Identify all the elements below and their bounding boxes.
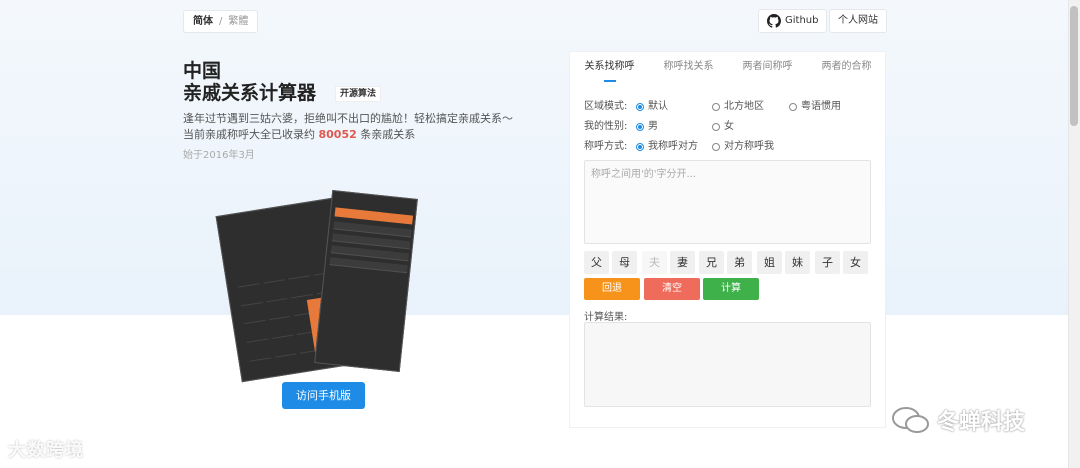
tab-mutual-title[interactable]: 两者间称呼: [728, 52, 807, 82]
radio-icon: [636, 143, 644, 151]
description-line1: 逢年过节遇到三姑六婆，拒绝叫不出口的尴尬！轻松搞定亲戚关系～: [183, 112, 513, 125]
radio-icon: [636, 103, 644, 111]
gender-option-male[interactable]: 男: [636, 120, 658, 134]
gender-label: 我的性别:: [584, 121, 628, 132]
region-label: 区域模式:: [584, 101, 628, 112]
personal-site-button[interactable]: 个人网站: [829, 9, 887, 33]
description-prefix: 当前亲戚称呼大全已收录约: [183, 128, 315, 141]
page-scrollbar[interactable]: [1068, 0, 1080, 468]
tab-combined-title[interactable]: 两者的合称: [807, 52, 886, 82]
relation-input[interactable]: 称呼之间用'的'字分开...: [584, 160, 871, 244]
gender-option-label: 男: [648, 121, 658, 132]
key-wife[interactable]: 妻: [670, 251, 695, 274]
open-source-tag[interactable]: 开源算法: [335, 86, 382, 102]
tab-relation-to-title[interactable]: 关系找称呼: [570, 52, 649, 82]
key-younger-sister[interactable]: 妹: [785, 251, 810, 274]
region-option-cantonese[interactable]: 粤语惯用: [789, 100, 841, 114]
key-mother[interactable]: 母: [612, 251, 637, 274]
relation-keypad: 父 母 夫 妻 兄 弟 姐 妹 子 女: [584, 251, 871, 274]
gender-option-female[interactable]: 女: [712, 120, 734, 134]
address-label: 称呼方式:: [584, 141, 628, 152]
key-younger-brother[interactable]: 弟: [727, 251, 752, 274]
calculator-panel: 关系找称呼 称呼找关系 两者间称呼 两者的合称 区域模式: 默认 北方地区 粤语…: [569, 51, 886, 428]
github-button[interactable]: Github: [758, 9, 828, 33]
key-son[interactable]: 子: [815, 251, 840, 274]
description-line2: 当前亲戚称呼大全已收录约 80052 条亲戚关系: [183, 127, 415, 143]
relation-count: 80052: [318, 128, 357, 141]
address-row: 称呼方式: 我称呼对方 对方称呼我: [584, 140, 874, 154]
address-option-label: 我称呼对方: [648, 141, 698, 152]
region-option-label: 北方地区: [724, 101, 764, 112]
radio-icon: [636, 123, 644, 131]
radio-icon: [789, 103, 797, 111]
key-husband[interactable]: 夫: [642, 251, 667, 274]
lang-separator: /: [219, 16, 223, 27]
tab-title-to-relation[interactable]: 称呼找关系: [649, 52, 728, 82]
result-output: [584, 322, 871, 407]
radio-icon: [712, 103, 720, 111]
calculate-button[interactable]: 计算: [703, 278, 759, 300]
lang-traditional[interactable]: 繁體: [228, 11, 248, 32]
watermark-left: 大数跨境: [8, 440, 84, 461]
watermark-right: 冬蝉科技: [891, 404, 1025, 436]
gender-row: 我的性别: 男 女: [584, 120, 874, 134]
github-icon: [767, 14, 781, 28]
address-option-label: 对方称呼我: [724, 141, 774, 152]
watermark-right-text: 冬蝉科技: [937, 410, 1026, 435]
personal-site-label: 个人网站: [838, 15, 878, 26]
description-suffix: 条亲戚关系: [360, 128, 416, 141]
region-option-label: 默认: [648, 101, 668, 112]
since-date: 始于2016年3月: [183, 150, 255, 161]
github-label: Github: [785, 15, 819, 26]
lang-simplified[interactable]: 简体: [193, 11, 213, 32]
key-elder-brother[interactable]: 兄: [699, 251, 724, 274]
phone-front-mockup: [314, 189, 418, 373]
address-option-they-call[interactable]: 对方称呼我: [712, 140, 774, 154]
region-option-north[interactable]: 北方地区: [712, 100, 764, 114]
back-button[interactable]: 回退: [584, 278, 640, 300]
mode-tabs: 关系找称呼 称呼找关系 两者间称呼 两者的合称: [570, 52, 887, 82]
scrollbar-thumb[interactable]: [1070, 6, 1078, 126]
wechat-icon: [892, 407, 929, 433]
page-title-line1: 中国: [183, 60, 222, 82]
language-switch: 简体 / 繁體: [183, 10, 259, 33]
radio-icon: [712, 123, 720, 131]
gender-option-label: 女: [724, 121, 734, 132]
radio-icon: [712, 143, 720, 151]
clear-button[interactable]: 清空: [644, 278, 700, 300]
address-option-i-call[interactable]: 我称呼对方: [636, 140, 698, 154]
result-label: 计算结果:: [584, 312, 628, 323]
region-row: 区域模式: 默认 北方地区 粤语惯用: [584, 100, 874, 114]
phone-preview-image: [215, 188, 425, 388]
visit-mobile-button[interactable]: 访问手机版: [282, 382, 365, 409]
hero-background: [0, 0, 1080, 315]
page-title-line2: 亲戚关系计算器: [183, 82, 317, 104]
key-father[interactable]: 父: [584, 251, 609, 274]
key-daughter[interactable]: 女: [843, 251, 868, 274]
region-option-default[interactable]: 默认: [636, 100, 668, 114]
region-option-label: 粤语惯用: [801, 101, 841, 112]
key-elder-sister[interactable]: 姐: [757, 251, 782, 274]
